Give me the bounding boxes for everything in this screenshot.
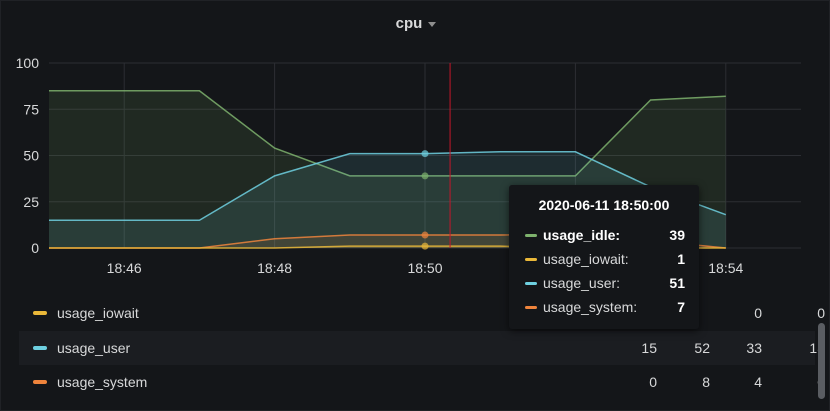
tooltip-value: 39 xyxy=(669,227,685,243)
tooltip-series-name: usage_idle: xyxy=(543,227,621,243)
legend-value: 4 xyxy=(754,374,762,390)
tooltip-row: usage_iowait: 1 xyxy=(523,247,685,271)
graph-tooltip: 2020-06-11 18:50:00 usage_idle: 39 usage… xyxy=(509,185,699,329)
tooltip-swatch xyxy=(525,233,537,237)
tooltip-time: 2020-06-11 18:50:00 xyxy=(538,197,670,213)
legend-swatch xyxy=(33,311,47,315)
x-tick-label: 18:46 xyxy=(107,260,142,276)
hover-point-usage_iowait xyxy=(421,242,429,250)
legend-value: 15 xyxy=(641,340,657,356)
legend-row-system[interactable]: usage_system 0 8 4 0 xyxy=(19,365,825,399)
tooltip-series-name: usage_user: xyxy=(543,275,621,291)
y-tick-label: 50 xyxy=(23,148,39,164)
legend-value: 0 xyxy=(817,305,825,321)
x-tick-label: 18:48 xyxy=(257,260,292,276)
legend-series-name: usage_iowait xyxy=(57,305,139,321)
legend-value: 8 xyxy=(702,374,710,390)
y-tick-label: 75 xyxy=(23,101,39,117)
legend-value: 52 xyxy=(694,340,710,356)
graph-panel: cpu 025507510018:4618:4818:5018:5218:54 … xyxy=(0,0,830,411)
tooltip-series-name: usage_system: xyxy=(543,299,638,315)
tooltip-swatch xyxy=(525,257,537,261)
y-tick-label: 100 xyxy=(16,55,40,71)
legend-row-user[interactable]: usage_user 15 52 33 18 xyxy=(19,331,825,365)
legend-scrollbar[interactable] xyxy=(818,323,825,399)
tooltip-swatch xyxy=(525,281,537,285)
tooltip-series-name: usage_iowait: xyxy=(543,251,629,267)
legend-value: 33 xyxy=(746,340,762,356)
hover-point-usage_system xyxy=(421,231,429,239)
x-tick-label: 18:54 xyxy=(708,260,743,276)
y-tick-label: 25 xyxy=(23,194,39,210)
tooltip-value: 51 xyxy=(669,275,685,291)
legend-value: 0 xyxy=(649,374,657,390)
cpu-chart[interactable]: 025507510018:4618:4818:5018:5218:54 xyxy=(1,1,830,291)
legend-swatch xyxy=(33,346,47,350)
tooltip-value: 7 xyxy=(677,299,685,315)
x-tick-label: 18:50 xyxy=(407,260,442,276)
tooltip-swatch xyxy=(525,305,537,309)
tooltip-row: usage_idle: 39 xyxy=(523,223,685,247)
tooltip-row: usage_user: 51 xyxy=(523,271,685,295)
legend-swatch xyxy=(33,380,47,384)
y-tick-label: 0 xyxy=(31,240,39,256)
hover-point-usage_user xyxy=(421,150,429,158)
legend-value: 0 xyxy=(754,305,762,321)
tooltip-row: usage_system: 7 xyxy=(523,295,685,319)
tooltip-value: 1 xyxy=(677,251,685,267)
legend-table: usage_iowait 0 0 usage_user 15 52 33 18 … xyxy=(1,293,830,411)
hover-point-usage_idle xyxy=(421,172,429,180)
